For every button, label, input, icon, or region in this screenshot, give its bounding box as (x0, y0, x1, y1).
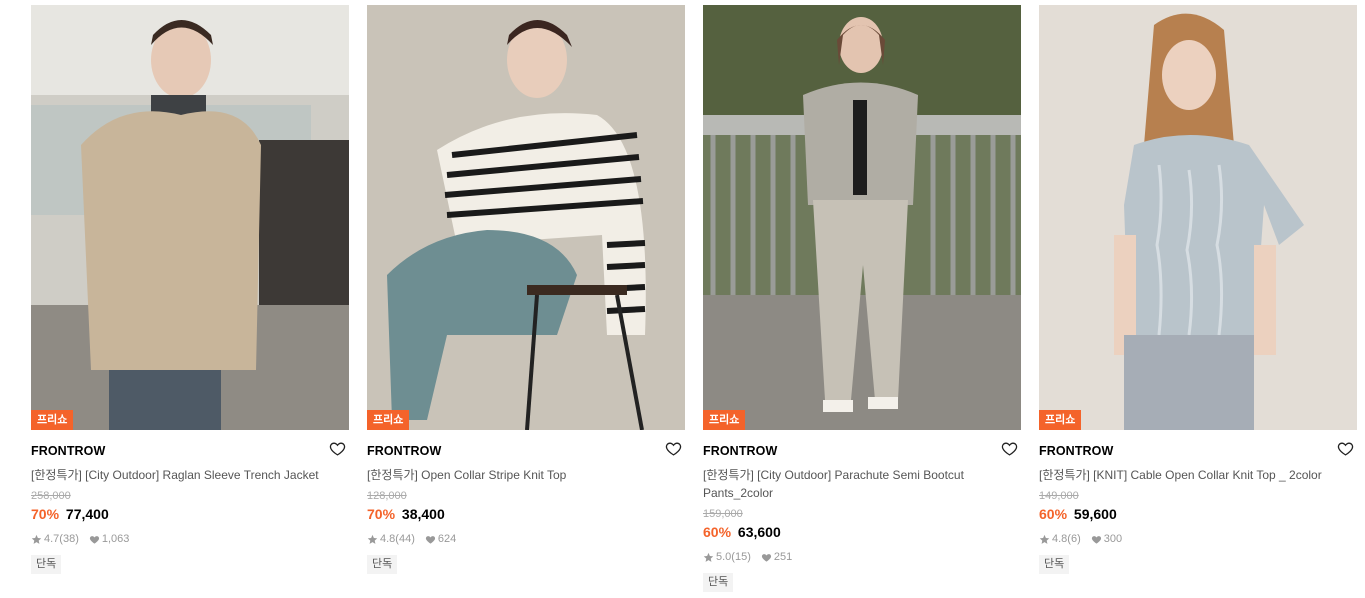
rating-value: 4.8 (380, 533, 396, 545)
sale-price-row: 60% 59,600 (1039, 505, 1357, 523)
brand-name[interactable]: FRONTROW (367, 443, 685, 459)
brand-name[interactable]: FRONTROW (31, 443, 349, 459)
product-card[interactable]: 프리쇼 FRONTROW [한정특가] [City Outdoor] Parac… (703, 5, 1021, 592)
product-grid: 프리쇼 FRONTROW [한정특가] [City Outdoor] Ragla… (0, 0, 1365, 598)
product-image[interactable]: 프리쇼 (1039, 5, 1357, 430)
sale-price-row: 70% 38,400 (367, 505, 685, 523)
discount-rate: 70% (31, 506, 60, 522)
like-count: 300 (1103, 533, 1123, 545)
product-photo-stripe-knit (367, 5, 685, 430)
exclusive-tag: 단독 (367, 555, 398, 574)
product-card[interactable]: 프리쇼 FRONTROW [한정특가] [KNIT] Cable Open Co… (1039, 5, 1357, 574)
original-price: 128,000 (367, 490, 407, 502)
review-count: (6) (1067, 533, 1081, 545)
star-icon (703, 552, 714, 563)
heart-filled-icon (425, 534, 436, 545)
heart-filled-icon (761, 552, 772, 563)
like-count: 251 (773, 551, 793, 563)
product-image[interactable]: 프리쇼 (367, 5, 685, 430)
discount-rate: 60% (703, 524, 732, 540)
original-price: 258,000 (31, 490, 71, 502)
product-card[interactable]: 프리쇼 FRONTROW [한정특가] [City Outdoor] Ragla… (31, 5, 349, 574)
exclusive-tag: 단독 (1039, 555, 1070, 574)
product-stats: 5.0 (15) 251 (703, 550, 1021, 564)
star-icon (31, 534, 42, 545)
discount-rate: 70% (367, 506, 396, 522)
product-stats: 4.7 (38) 1,063 (31, 532, 349, 546)
wishlist-button[interactable] (329, 440, 347, 458)
product-photo-trench-jacket (31, 5, 349, 430)
sale-price: 63,600 (737, 524, 781, 540)
preshow-badge: 프리쇼 (703, 410, 746, 430)
product-photo-parachute-pants (703, 5, 1021, 430)
sale-price: 77,400 (65, 506, 109, 522)
discount-rate: 60% (1039, 506, 1068, 522)
sale-price: 38,400 (401, 506, 445, 522)
heart-filled-icon (1091, 534, 1102, 545)
sale-price-row: 60% 63,600 (703, 523, 1021, 541)
wishlist-button[interactable] (665, 440, 683, 458)
review-count: (15) (731, 551, 751, 563)
star-icon (1039, 534, 1050, 545)
brand-name[interactable]: FRONTROW (703, 443, 1021, 459)
rating-value: 4.7 (44, 533, 60, 545)
wishlist-button[interactable] (1001, 440, 1019, 458)
product-title[interactable]: [한정특가] Open Collar Stripe Knit Top (367, 466, 685, 484)
sale-price-row: 70% 77,400 (31, 505, 349, 523)
product-title[interactable]: [한정특가] [City Outdoor] Parachute Semi Boo… (703, 466, 1021, 502)
star-icon (367, 534, 378, 545)
product-stats: 4.8 (44) 624 (367, 532, 685, 546)
heart-outline-icon (665, 442, 682, 456)
preshow-badge: 프리쇼 (31, 410, 74, 430)
rating-value: 5.0 (716, 551, 732, 563)
product-photo-cable-knit (1039, 5, 1357, 430)
product-stats: 4.8 (6) 300 (1039, 532, 1357, 546)
product-title[interactable]: [한정특가] [City Outdoor] Raglan Sleeve Tren… (31, 466, 349, 484)
heart-outline-icon (1001, 442, 1018, 456)
product-card[interactable]: 프리쇼 FRONTROW [한정특가] Open Collar Stripe K… (367, 5, 685, 574)
product-image[interactable]: 프리쇼 (31, 5, 349, 430)
exclusive-tag: 단독 (31, 555, 62, 574)
product-title[interactable]: [한정특가] [KNIT] Cable Open Collar Knit Top… (1039, 466, 1357, 484)
exclusive-tag: 단독 (703, 573, 734, 592)
heart-outline-icon (1337, 442, 1354, 456)
wishlist-button[interactable] (1337, 440, 1355, 458)
original-price: 159,000 (703, 508, 743, 520)
like-count: 1,063 (101, 533, 130, 545)
preshow-badge: 프리쇼 (1039, 410, 1082, 430)
review-count: (44) (395, 533, 415, 545)
heart-filled-icon (89, 534, 100, 545)
rating-value: 4.8 (1052, 533, 1068, 545)
review-count: (38) (59, 533, 79, 545)
heart-outline-icon (329, 442, 346, 456)
brand-name[interactable]: FRONTROW (1039, 443, 1357, 459)
like-count: 624 (437, 533, 457, 545)
preshow-badge: 프리쇼 (367, 410, 410, 430)
product-image[interactable]: 프리쇼 (703, 5, 1021, 430)
sale-price: 59,600 (1073, 506, 1117, 522)
original-price: 149,000 (1039, 490, 1079, 502)
